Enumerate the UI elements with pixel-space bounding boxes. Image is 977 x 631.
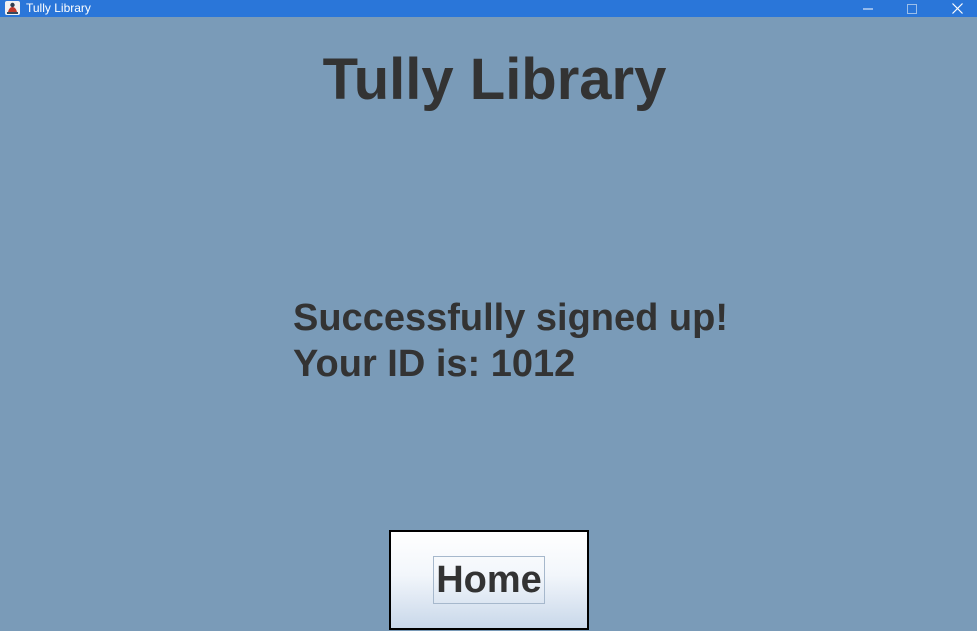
minimize-icon xyxy=(862,8,873,9)
window-titlebar: Tully Library xyxy=(0,0,977,17)
home-button[interactable]: Home xyxy=(389,530,589,630)
close-button[interactable] xyxy=(935,0,977,17)
app-icon xyxy=(5,1,20,15)
app-heading: Tully Library xyxy=(322,47,667,112)
maximize-button[interactable] xyxy=(889,0,934,17)
main-panel: Tully Library Successfully signed up! Yo… xyxy=(0,17,977,631)
close-icon xyxy=(952,3,963,14)
signup-message: Successfully signed up! Your ID is: 1012 xyxy=(293,295,728,387)
success-message: Successfully signed up! xyxy=(293,297,728,339)
maximize-icon xyxy=(906,3,917,14)
window-title: Tully Library xyxy=(26,1,91,15)
home-button-label: Home xyxy=(433,556,545,604)
user-id-message: Your ID is: 1012 xyxy=(293,343,576,385)
minimize-button[interactable] xyxy=(845,0,890,17)
